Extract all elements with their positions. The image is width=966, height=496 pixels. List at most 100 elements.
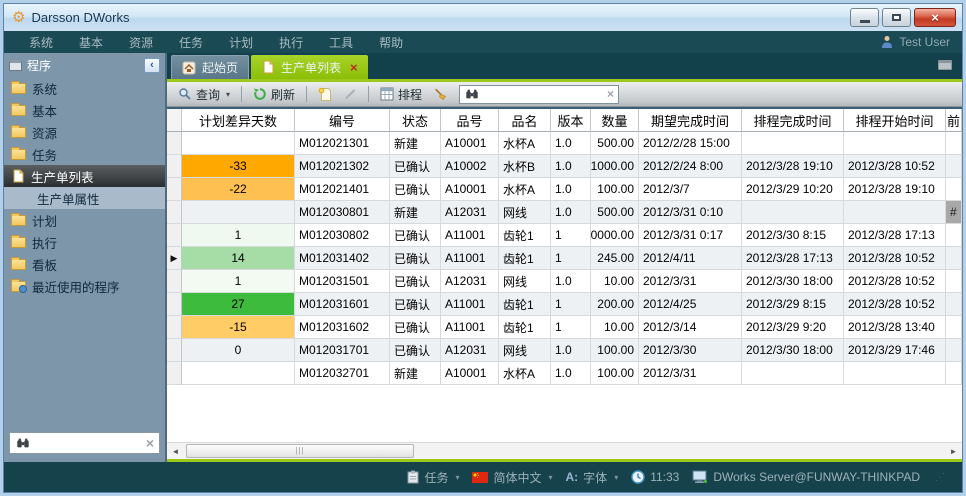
cell-quantity[interactable]: 10.00 <box>591 316 639 339</box>
cell-version[interactable]: 1.0 <box>551 178 591 201</box>
cell-expected-finish-time[interactable]: 2012/3/31 <box>639 362 742 385</box>
cell-status[interactable]: 已确认 <box>390 247 441 270</box>
column-header[interactable]: 版本 <box>551 109 591 132</box>
cell-part-no[interactable]: A12031 <box>441 201 499 224</box>
cell-scheduled-start-time[interactable] <box>844 362 946 385</box>
cell-code[interactable]: M012032701 <box>295 362 390 385</box>
cell-version[interactable]: 1.0 <box>551 155 591 178</box>
cell-status[interactable]: 已确认 <box>390 155 441 178</box>
cell-status[interactable]: 已确认 <box>390 293 441 316</box>
sidebar-collapse-button[interactable]: ‹ <box>144 58 160 73</box>
cell-expected-finish-time[interactable]: 2012/3/7 <box>639 178 742 201</box>
column-header[interactable]: 品名 <box>499 109 551 132</box>
table-row[interactable]: 1M012030802已确认A11001齿轮1110000.002012/3/3… <box>167 224 962 247</box>
menu-item-6[interactable]: 执行 <box>266 34 316 51</box>
cell-status[interactable]: 已确认 <box>390 270 441 293</box>
cell-code[interactable]: M012031402 <box>295 247 390 270</box>
cell-part-name[interactable]: 齿轮1 <box>499 224 551 247</box>
cell-scheduled-start-time[interactable]: 2012/3/28 19:10 <box>844 178 946 201</box>
cell-quantity[interactable]: 100.00 <box>591 339 639 362</box>
cell-plan-diff-days[interactable] <box>182 201 295 224</box>
table-row[interactable]: -22M012021401已确认A10001水杯A1.0100.002012/3… <box>167 178 962 201</box>
refresh-button[interactable]: 刷新 <box>250 85 298 104</box>
cell-code[interactable]: M012021302 <box>295 155 390 178</box>
cell-scheduled-finish-time[interactable]: 2012/3/30 8:15 <box>742 224 844 247</box>
column-header[interactable]: 状态 <box>390 109 441 132</box>
tab-start-page[interactable]: 起始页 <box>171 55 249 79</box>
sidebar-item[interactable]: 生产单列表 <box>4 165 165 187</box>
cell-scheduled-start-time[interactable] <box>844 201 946 224</box>
menu-item-7[interactable]: 工具 <box>316 34 366 51</box>
menu-item-1[interactable]: 系统 <box>16 34 66 51</box>
restore-button[interactable] <box>882 8 911 27</box>
column-header[interactable]: 期望完成时间 <box>639 109 742 132</box>
cell-scheduled-start-time[interactable]: 2012/3/28 10:52 <box>844 293 946 316</box>
cell-scheduled-finish-time[interactable] <box>742 362 844 385</box>
row-selector[interactable] <box>167 132 182 155</box>
row-selector[interactable] <box>167 270 182 293</box>
new-button[interactable] <box>315 86 335 102</box>
table-row[interactable]: M012030801新建A12031网线1.0500.002012/3/31 0… <box>167 201 962 224</box>
cell-code[interactable]: M012030802 <box>295 224 390 247</box>
row-selector[interactable]: ▶ <box>167 247 182 270</box>
cell-expected-finish-time[interactable]: 2012/4/25 <box>639 293 742 316</box>
column-header[interactable]: 数量 <box>591 109 639 132</box>
table-row[interactable]: 0M012031701已确认A12031网线1.0100.002012/3/30… <box>167 339 962 362</box>
cell-part-name[interactable]: 齿轮1 <box>499 293 551 316</box>
cell-scheduled-start-time[interactable]: 2012/3/28 17:13 <box>844 224 946 247</box>
cell-scheduled-finish-time[interactable]: 2012/3/29 9:20 <box>742 316 844 339</box>
cell-quantity[interactable]: 500.00 <box>591 201 639 224</box>
sidebar-item[interactable]: 基本 <box>4 99 165 121</box>
cell-scheduled-start-time[interactable]: 2012/3/29 17:46 <box>844 339 946 362</box>
cell-part-no[interactable]: A10001 <box>441 178 499 201</box>
cell-part-name[interactable]: 网线 <box>499 339 551 362</box>
minimize-button[interactable] <box>850 8 879 27</box>
cell-plan-diff-days[interactable]: -15 <box>182 316 295 339</box>
cell-expected-finish-time[interactable]: 2012/2/28 15:00 <box>639 132 742 155</box>
cell-part-name[interactable]: 齿轮1 <box>499 247 551 270</box>
scroll-right-arrow[interactable]: ► <box>945 443 962 460</box>
close-button[interactable]: × <box>914 8 956 27</box>
cell-plan-diff-days[interactable]: 14 <box>182 247 295 270</box>
cell-plan-diff-days[interactable]: 1 <box>182 270 295 293</box>
cell-expected-finish-time[interactable]: 2012/3/31 <box>639 270 742 293</box>
cell-plan-diff-days[interactable]: -33 <box>182 155 295 178</box>
cell-scheduled-finish-time[interactable]: 2012/3/30 18:00 <box>742 339 844 362</box>
cell-scheduled-start-time[interactable]: 2012/3/28 10:52 <box>844 155 946 178</box>
cell-expected-finish-time[interactable]: 2012/3/31 0:10 <box>639 201 742 224</box>
cell-version[interactable]: 1 <box>551 316 591 339</box>
column-header[interactable]: 品号 <box>441 109 499 132</box>
cell-quantity[interactable]: 245.00 <box>591 247 639 270</box>
cell-quantity[interactable]: 100.00 <box>591 178 639 201</box>
cell-part-name[interactable]: 水杯A <box>499 178 551 201</box>
cell-code[interactable]: M012031602 <box>295 316 390 339</box>
cell-version[interactable]: 1.0 <box>551 132 591 155</box>
column-header[interactable]: 排程开始时间 <box>844 109 946 132</box>
cell-expected-finish-time[interactable]: 2012/3/31 0:17 <box>639 224 742 247</box>
cell-part-name[interactable]: 网线 <box>499 201 551 224</box>
cell-scheduled-start-time[interactable]: 2012/3/28 10:52 <box>844 270 946 293</box>
sidebar-item[interactable]: 计划 <box>4 209 165 231</box>
cell-extra[interactable] <box>946 155 962 178</box>
cell-scheduled-start-time[interactable]: 2012/3/28 10:52 <box>844 247 946 270</box>
cell-extra[interactable] <box>946 178 962 201</box>
table-row[interactable]: 1M012031501已确认A12031网线1.010.002012/3/312… <box>167 270 962 293</box>
cell-plan-diff-days[interactable]: 0 <box>182 339 295 362</box>
sidebar-item[interactable]: 最近使用的程序 <box>4 275 165 297</box>
column-header[interactable]: 排程完成时间 <box>742 109 844 132</box>
cell-part-no[interactable]: A12031 <box>441 270 499 293</box>
sidebar-item[interactable]: 生产单属性 <box>4 187 165 209</box>
cell-scheduled-finish-time[interactable] <box>742 132 844 155</box>
cell-expected-finish-time[interactable]: 2012/4/11 <box>639 247 742 270</box>
row-selector[interactable] <box>167 155 182 178</box>
cell-plan-diff-days[interactable] <box>182 362 295 385</box>
cell-expected-finish-time[interactable]: 2012/3/14 <box>639 316 742 339</box>
cell-quantity[interactable]: 10000.00 <box>591 224 639 247</box>
cell-status[interactable]: 新建 <box>390 362 441 385</box>
edit-button[interactable] <box>340 86 360 102</box>
cell-part-no[interactable]: A11001 <box>441 247 499 270</box>
cell-part-no[interactable]: A11001 <box>441 316 499 339</box>
cell-part-name[interactable]: 水杯A <box>499 132 551 155</box>
cell-code[interactable]: M012031501 <box>295 270 390 293</box>
cell-extra[interactable] <box>946 132 962 155</box>
